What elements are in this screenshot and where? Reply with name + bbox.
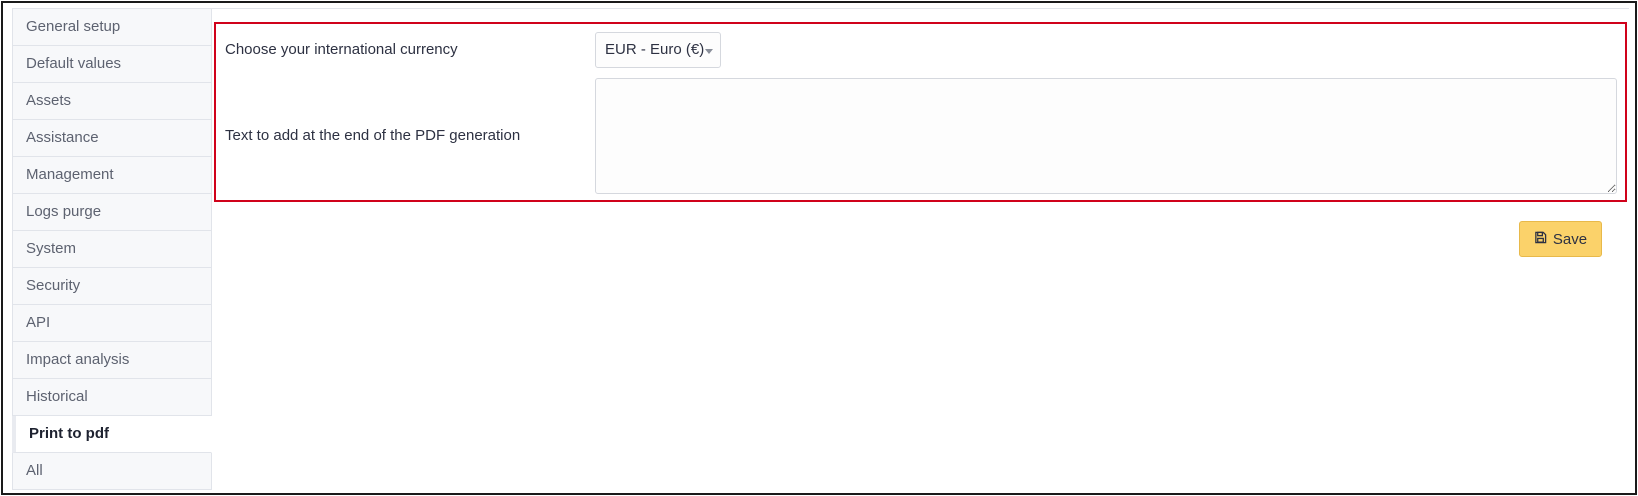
sidebar-item-general-setup[interactable]: General setup	[12, 9, 212, 46]
sidebar-item-label: Logs purge	[26, 203, 102, 220]
sidebar-item-label: Security	[26, 277, 81, 294]
sidebar-item-label: Management	[26, 166, 114, 183]
sidebar-item-logs-purge[interactable]: Logs purge	[12, 194, 212, 231]
sidebar-item-label: Default values	[26, 55, 122, 72]
sidebar-item-management[interactable]: Management	[12, 157, 212, 194]
sidebar-item-impact-analysis[interactable]: Impact analysis	[12, 342, 212, 379]
sidebar-item-label: All	[26, 462, 43, 479]
sidebar-item-label: Historical	[26, 388, 88, 405]
chevron-down-icon	[705, 49, 713, 54]
sidebar-item-label: Assets	[26, 92, 72, 109]
main-panel-border	[212, 8, 1629, 9]
sidebar-item-assets[interactable]: Assets	[12, 83, 212, 120]
settings-sidebar: General setup Default values Assets Assi…	[12, 8, 212, 490]
sidebar-item-label: System	[26, 240, 77, 257]
sidebar-item-label: Assistance	[26, 129, 99, 146]
sidebar-item-label: API	[26, 314, 51, 331]
sidebar-item-security[interactable]: Security	[12, 268, 212, 305]
sidebar-item-label: Print to pdf	[29, 425, 109, 442]
save-icon	[1534, 231, 1547, 248]
currency-label: Choose your international currency	[225, 41, 458, 58]
sidebar-item-default-values[interactable]: Default values	[12, 46, 212, 83]
sidebar-item-label: General setup	[26, 18, 121, 35]
sidebar-item-all[interactable]: All	[12, 453, 212, 490]
sidebar-item-system[interactable]: System	[12, 231, 212, 268]
currency-select-value: EUR - Euro (€)	[605, 41, 705, 58]
pdf-text-label: Text to add at the end of the PDF genera…	[225, 127, 521, 144]
currency-select[interactable]: EUR - Euro (€)	[595, 32, 721, 68]
pdf-text-textarea[interactable]	[595, 78, 1617, 194]
sidebar-item-print-to-pdf[interactable]: Print to pdf	[12, 416, 212, 453]
save-button[interactable]: Save	[1519, 221, 1602, 257]
sidebar-item-label: Impact analysis	[26, 351, 130, 368]
sidebar-item-api[interactable]: API	[12, 305, 212, 342]
sidebar-item-assistance[interactable]: Assistance	[12, 120, 212, 157]
save-button-label: Save	[1552, 230, 1588, 248]
sidebar-item-historical[interactable]: Historical	[12, 379, 212, 416]
